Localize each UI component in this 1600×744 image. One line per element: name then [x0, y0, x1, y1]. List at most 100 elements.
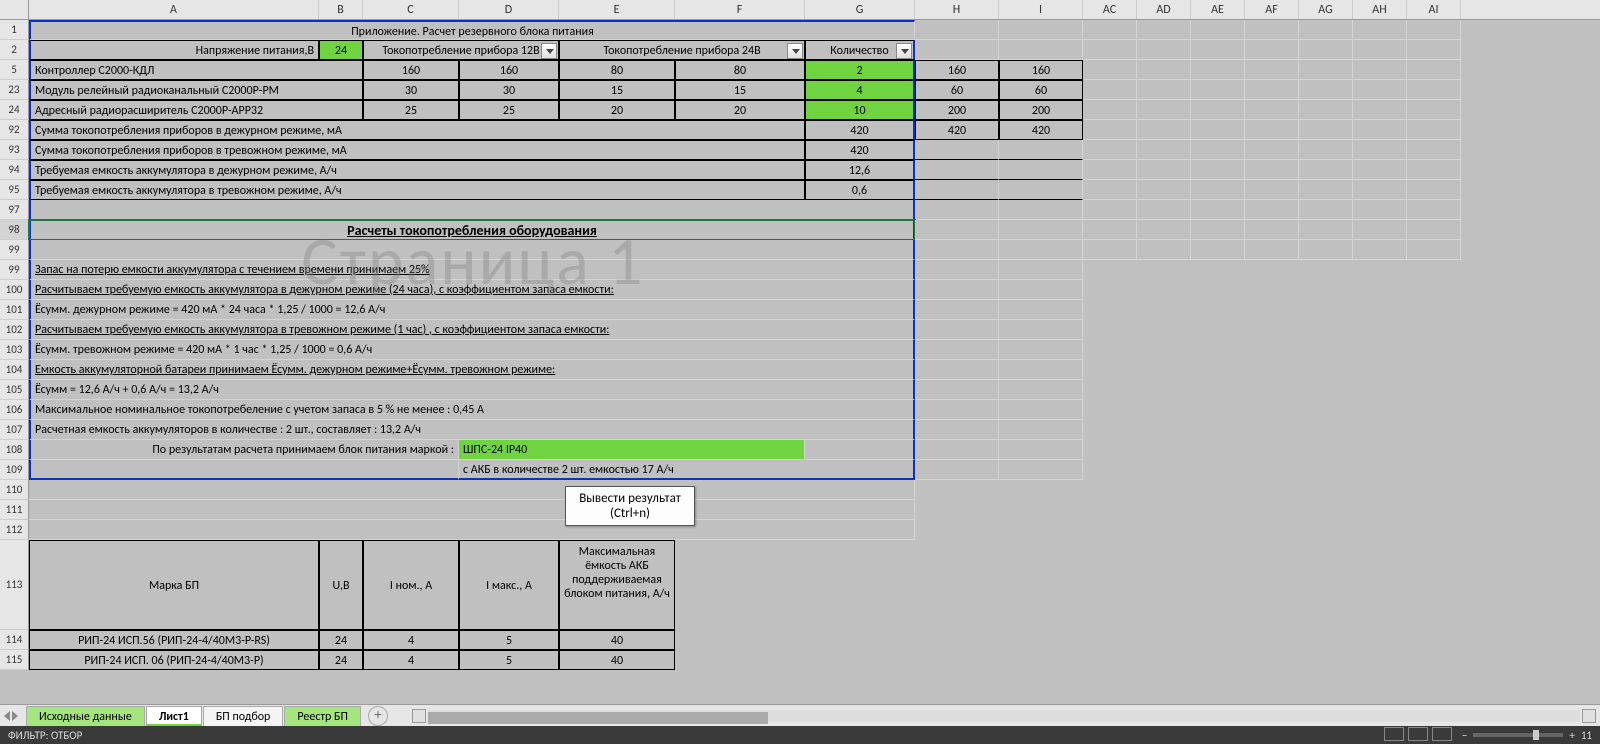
row-header[interactable]: 103	[0, 340, 29, 360]
col-E[interactable]: E	[559, 0, 675, 19]
row-header[interactable]: 1	[0, 20, 29, 40]
cell: 30	[363, 80, 459, 100]
calc-text: Ёсумм = 12,6 А/ч + 0,6 А/ч = 13,2 А/ч	[29, 380, 915, 400]
col-H[interactable]: H	[915, 0, 999, 19]
filter-dropdown-icon[interactable]	[896, 43, 912, 59]
cell	[999, 360, 1083, 380]
sheet-tab[interactable]: Реестр БП	[284, 706, 361, 726]
hdr-24v-text: Токопотребление прибора 24В	[603, 44, 760, 58]
cell	[1191, 20, 1245, 40]
row-header[interactable]: 99	[0, 240, 29, 260]
row-header[interactable]: 112	[0, 520, 29, 540]
row-header[interactable]: 100	[0, 280, 29, 300]
col-A[interactable]: A	[29, 0, 319, 19]
row-header[interactable]: 113	[0, 540, 29, 630]
row-header[interactable]: 101	[0, 300, 29, 320]
item-qty[interactable]: 4	[805, 80, 915, 100]
cell	[1137, 180, 1191, 200]
row-header[interactable]: 102	[0, 320, 29, 340]
hscroll-left-icon[interactable]	[412, 709, 426, 723]
cell	[999, 220, 1083, 240]
tab-prev-icon[interactable]	[4, 711, 10, 721]
cell	[1245, 220, 1299, 240]
horizontal-scrollbar[interactable]	[428, 708, 1580, 724]
sheet-tab[interactable]: Лист1	[146, 706, 202, 726]
output-result-button[interactable]: Вывести результат (Ctrl+n)	[565, 486, 695, 526]
row-header[interactable]: 110	[0, 480, 29, 500]
col-AI[interactable]: AI	[1407, 0, 1461, 19]
view-page-break-icon[interactable]	[1432, 727, 1452, 741]
row-header[interactable]: 23	[0, 80, 29, 100]
view-page-layout-icon[interactable]	[1408, 727, 1428, 741]
cell	[915, 40, 999, 60]
status-bar: ФИЛЬТР: ОТБОР − + 11	[0, 726, 1600, 744]
view-normal-icon[interactable]	[1384, 727, 1404, 741]
row-header[interactable]: 95	[0, 180, 29, 200]
view-buttons[interactable]	[1380, 727, 1452, 744]
row-header[interactable]: 99	[0, 260, 29, 280]
tab-next-icon[interactable]	[12, 711, 18, 721]
zoom-control[interactable]: − + 11	[1462, 729, 1592, 742]
row-header[interactable]: 114	[0, 630, 29, 650]
zoom-value: 11	[1581, 729, 1592, 742]
row-header[interactable]: 106	[0, 400, 29, 420]
cell	[915, 360, 999, 380]
filter-dropdown-icon[interactable]	[541, 43, 557, 59]
zoom-slider[interactable]	[1473, 733, 1563, 737]
cell	[1299, 220, 1353, 240]
hscroll-right-icon[interactable]	[1582, 709, 1596, 723]
col-D[interactable]: D	[459, 0, 559, 19]
row-header[interactable]: 109	[0, 460, 29, 480]
row-header[interactable]: 24	[0, 100, 29, 120]
col-AE[interactable]: AE	[1191, 0, 1245, 19]
row-header[interactable]: 111	[0, 500, 29, 520]
row-header[interactable]: 5	[0, 60, 29, 80]
zoom-out-icon[interactable]: −	[1462, 729, 1467, 742]
zoom-in-icon[interactable]: +	[1569, 729, 1574, 742]
sheet-tab[interactable]: Исходные данные	[26, 706, 145, 726]
cell	[1353, 180, 1407, 200]
select-all-corner[interactable]	[0, 0, 29, 19]
item-name: Модуль релейный радиоканальный С2000Р-РМ	[29, 80, 363, 100]
cell	[1191, 80, 1245, 100]
row-header[interactable]: 92	[0, 120, 29, 140]
row-header[interactable]: 115	[0, 650, 29, 670]
row-header[interactable]: 104	[0, 360, 29, 380]
add-sheet-button[interactable]: +	[368, 706, 388, 726]
cell: 40	[559, 630, 675, 650]
row-header[interactable]: 97	[0, 200, 29, 220]
col-AF[interactable]: AF	[1245, 0, 1299, 19]
voltage-value[interactable]: 24	[319, 40, 363, 60]
col-C[interactable]: C	[363, 0, 459, 19]
col-AH[interactable]: AH	[1353, 0, 1407, 19]
hscroll-thumb[interactable]	[428, 712, 768, 724]
col-B[interactable]: B	[319, 0, 363, 19]
row-header[interactable]: 105	[0, 380, 29, 400]
hscroll-track[interactable]	[428, 710, 1580, 722]
cell: 25	[363, 100, 459, 120]
col-F[interactable]: F	[675, 0, 805, 19]
col-G[interactable]: G	[805, 0, 915, 19]
row-header[interactable]: 94	[0, 160, 29, 180]
cell	[1407, 100, 1461, 120]
sheet-tab[interactable]: БП подбор	[203, 706, 284, 726]
row-header[interactable]: 98	[0, 220, 29, 240]
row-header[interactable]: 2	[0, 40, 29, 60]
col-AC[interactable]: AC	[1083, 0, 1137, 19]
item-qty[interactable]: 10	[805, 100, 915, 120]
worksheet-grid[interactable]: 1 Приложение. Расчет резервного блока пи…	[0, 20, 1600, 670]
row-header[interactable]: 93	[0, 140, 29, 160]
cell	[1407, 40, 1461, 60]
cell	[1407, 140, 1461, 160]
col-AG[interactable]: AG	[1299, 0, 1353, 19]
col-I[interactable]: I	[999, 0, 1083, 19]
item-qty[interactable]: 2	[805, 60, 915, 80]
zoom-thumb[interactable]	[1533, 730, 1539, 740]
row-header[interactable]: 107	[0, 420, 29, 440]
col-AD[interactable]: AD	[1137, 0, 1191, 19]
row-header[interactable]: 108	[0, 440, 29, 460]
tab-nav[interactable]	[0, 711, 26, 721]
filter-dropdown-icon[interactable]	[787, 43, 803, 59]
cell	[999, 280, 1083, 300]
cell	[999, 20, 1083, 40]
